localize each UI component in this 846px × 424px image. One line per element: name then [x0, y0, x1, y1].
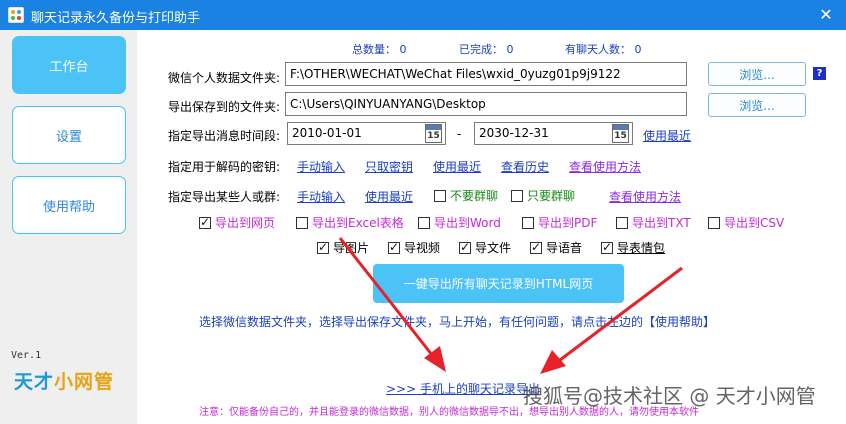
- notice-text: 注意：仅能备份自己的，并且能登录的微信数据，别人的微信数据导不出，想导出别人数据…: [199, 407, 699, 418]
- arrow-left-shaft: [338, 237, 438, 361]
- mobile-export-link[interactable]: >>> 手机上的聊天记录导出: [386, 380, 540, 397]
- arrow-right-head: [540, 350, 566, 374]
- arrow-right-shaft: [559, 266, 683, 362]
- annotation-arrows: [338, 237, 683, 374]
